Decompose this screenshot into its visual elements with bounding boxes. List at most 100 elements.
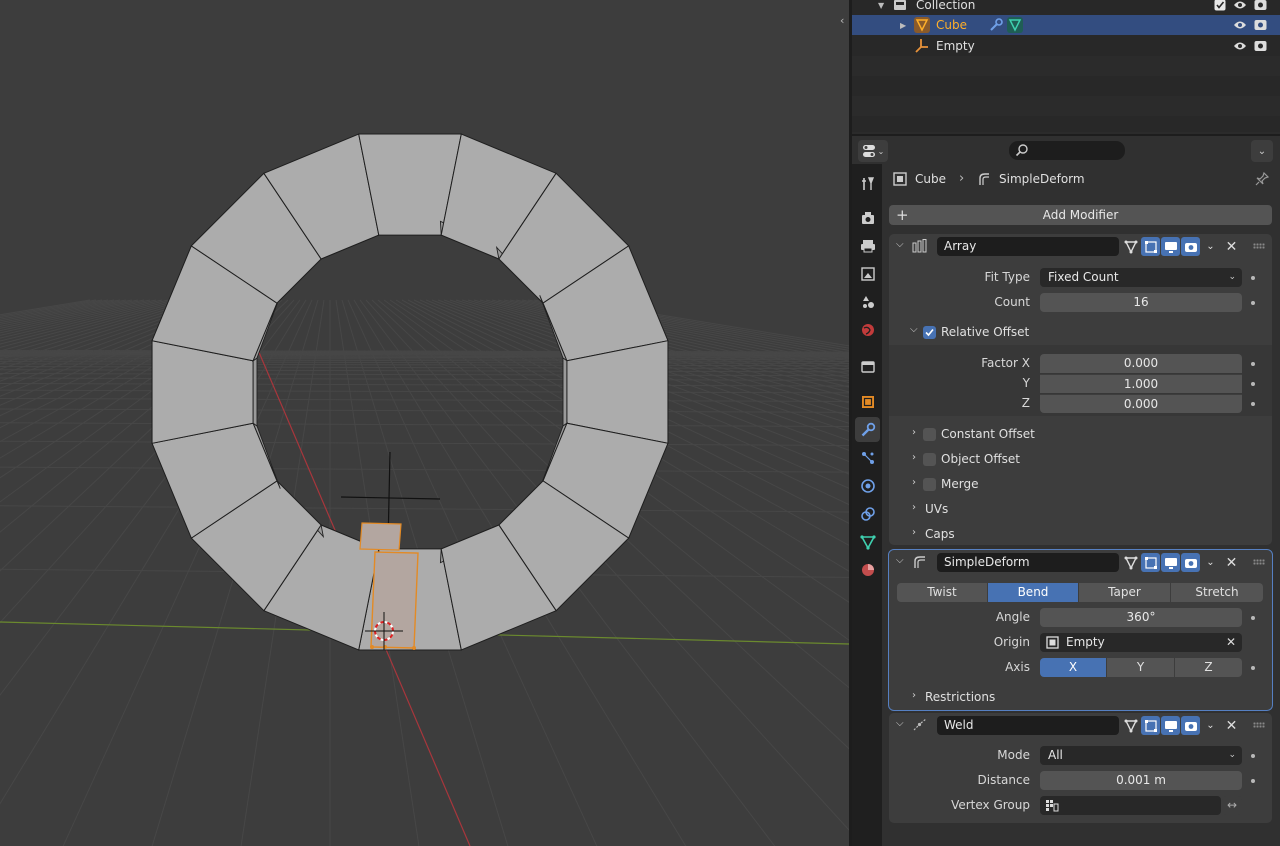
expand-arrow-icon[interactable]: ▶ xyxy=(900,21,906,30)
mode-bend-button[interactable]: Bend xyxy=(988,583,1079,602)
restrictions-label[interactable]: Restrictions xyxy=(925,690,995,704)
expand-arrow-icon[interactable]: › xyxy=(912,690,916,701)
factor-x-field[interactable]: 0.000 xyxy=(1040,354,1242,373)
collapse-arrow-icon[interactable]: ⌵ xyxy=(896,239,904,250)
camera-icon[interactable] xyxy=(1252,17,1268,33)
mesh-data-icon[interactable] xyxy=(1007,17,1023,33)
keyframe-dot-icon[interactable] xyxy=(1251,382,1255,386)
collapse-arrow-icon[interactable]: ⌵ xyxy=(896,555,904,566)
render-toggle[interactable] xyxy=(1181,237,1200,256)
tab-particles[interactable] xyxy=(855,445,880,470)
angle-field[interactable]: 360° xyxy=(1040,608,1242,627)
tab-render[interactable] xyxy=(855,205,880,230)
tab-world[interactable] xyxy=(855,317,880,342)
wrench-icon[interactable] xyxy=(988,17,1004,33)
tab-material[interactable] xyxy=(855,557,880,582)
edit-cage-toggle[interactable] xyxy=(1121,716,1140,735)
modifier-menu-button[interactable]: ⌄ xyxy=(1201,237,1220,256)
keyframe-dot-icon[interactable] xyxy=(1251,666,1255,670)
keyframe-dot-icon[interactable] xyxy=(1251,362,1255,366)
tab-modifiers[interactable] xyxy=(855,417,880,442)
drag-handle-icon[interactable] xyxy=(1253,722,1265,728)
checkbox-icon[interactable] xyxy=(1212,0,1228,13)
edit-mode-toggle[interactable] xyxy=(1141,237,1160,256)
keyframe-dot-icon[interactable] xyxy=(1251,301,1255,305)
remove-modifier-button[interactable]: ✕ xyxy=(1222,716,1241,735)
outliner[interactable]: ▼ Collection ▶ Cube Empty xyxy=(852,0,1280,132)
viewport-display-toggle[interactable] xyxy=(1161,237,1180,256)
tab-view-layer[interactable] xyxy=(855,261,880,286)
vertex-group-input[interactable] xyxy=(1040,796,1221,815)
weld-mode-dropdown[interactable]: All ⌄ xyxy=(1040,746,1242,765)
object-offset-checkbox[interactable] xyxy=(923,453,936,466)
expand-arrow-icon[interactable]: ▼ xyxy=(878,1,884,10)
remove-modifier-button[interactable]: ✕ xyxy=(1222,237,1241,256)
axis-z-button[interactable]: Z xyxy=(1175,658,1242,677)
caps-label[interactable]: Caps xyxy=(925,527,955,541)
tab-constraints[interactable] xyxy=(855,501,880,526)
keyframe-dot-icon[interactable] xyxy=(1251,779,1255,783)
options-dropdown-button[interactable]: ⌄ xyxy=(1251,140,1273,162)
weld-panel-header[interactable]: ⌵ Weld ⌄ ✕ xyxy=(889,713,1272,737)
tab-physics[interactable] xyxy=(855,473,880,498)
keyframe-dot-icon[interactable] xyxy=(1251,276,1255,280)
sidebar-toggle-icon[interactable]: ‹ xyxy=(840,14,844,27)
mode-twist-button[interactable]: Twist xyxy=(897,583,988,602)
axis-y-button[interactable]: Y xyxy=(1107,658,1175,677)
remove-modifier-button[interactable]: ✕ xyxy=(1222,553,1241,572)
pin-icon[interactable] xyxy=(1255,172,1269,186)
outliner-row-collection[interactable]: ▼ Collection xyxy=(852,0,1280,15)
simpledeform-panel-header[interactable]: ⌵ SimpleDeform ⌄ ✕ xyxy=(889,550,1272,574)
edit-mode-toggle[interactable] xyxy=(1141,553,1160,572)
camera-icon[interactable] xyxy=(1252,38,1268,54)
keyframe-dot-icon[interactable] xyxy=(1251,402,1255,406)
distance-field[interactable]: 0.001 m xyxy=(1040,771,1242,790)
viewport-display-toggle[interactable] xyxy=(1161,553,1180,572)
tab-tool[interactable] xyxy=(855,171,880,196)
outliner-row-cube[interactable]: ▶ Cube xyxy=(852,15,1280,35)
expand-arrow-icon[interactable]: › xyxy=(912,427,916,438)
render-toggle[interactable] xyxy=(1181,553,1200,572)
weld-name-input[interactable]: Weld xyxy=(937,716,1119,735)
drag-handle-icon[interactable] xyxy=(1253,559,1265,565)
merge-checkbox[interactable] xyxy=(923,478,936,491)
count-field[interactable]: 16 xyxy=(1040,293,1242,312)
tab-object-data[interactable] xyxy=(855,529,880,554)
viewport-display-toggle[interactable] xyxy=(1161,716,1180,735)
collapse-arrow-icon[interactable]: ⌵ xyxy=(896,718,904,729)
edit-mode-toggle[interactable] xyxy=(1141,716,1160,735)
expand-arrow-icon[interactable]: › xyxy=(912,452,916,463)
eye-icon[interactable] xyxy=(1232,17,1248,33)
factor-y-field[interactable]: 1.000 xyxy=(1040,374,1242,393)
edit-cage-toggle[interactable] xyxy=(1121,237,1140,256)
modifier-menu-button[interactable]: ⌄ xyxy=(1201,553,1220,572)
origin-object-field[interactable]: Empty ✕ xyxy=(1040,633,1242,652)
tab-collection[interactable] xyxy=(855,354,880,379)
editor-type-button[interactable]: ⌄ xyxy=(858,140,888,162)
collapse-arrow-icon[interactable]: ⌵ xyxy=(910,324,918,335)
array-name-input[interactable]: Array xyxy=(937,237,1119,256)
fit-type-dropdown[interactable]: Fixed Count ⌄ xyxy=(1040,268,1242,287)
keyframe-dot-icon[interactable] xyxy=(1251,616,1255,620)
tab-object[interactable] xyxy=(855,389,880,414)
expand-arrow-icon[interactable]: › xyxy=(912,477,916,488)
eye-icon[interactable] xyxy=(1232,0,1248,13)
expand-arrow-icon[interactable]: › xyxy=(912,527,916,538)
modifier-menu-button[interactable]: ⌄ xyxy=(1201,716,1220,735)
invert-vertex-group-toggle[interactable]: ↔ xyxy=(1222,796,1242,815)
expand-arrow-icon[interactable]: › xyxy=(912,502,916,513)
keyframe-dot-icon[interactable] xyxy=(1251,754,1255,758)
tab-scene[interactable] xyxy=(855,289,880,314)
edit-cage-toggle[interactable] xyxy=(1121,553,1140,572)
render-toggle[interactable] xyxy=(1181,716,1200,735)
properties-search-input[interactable] xyxy=(1009,141,1125,160)
relative-offset-checkbox[interactable] xyxy=(923,326,936,339)
array-panel-header[interactable]: ⌵ Array ⌄ ✕ xyxy=(889,234,1272,258)
outliner-row-empty[interactable]: Empty xyxy=(852,36,1280,56)
mode-stretch-button[interactable]: Stretch xyxy=(1171,583,1263,602)
axis-x-button[interactable]: X xyxy=(1040,658,1107,677)
camera-icon[interactable] xyxy=(1252,0,1268,13)
simpledeform-name-input[interactable]: SimpleDeform xyxy=(937,553,1119,572)
mode-taper-button[interactable]: Taper xyxy=(1079,583,1171,602)
eye-icon[interactable] xyxy=(1232,38,1248,54)
